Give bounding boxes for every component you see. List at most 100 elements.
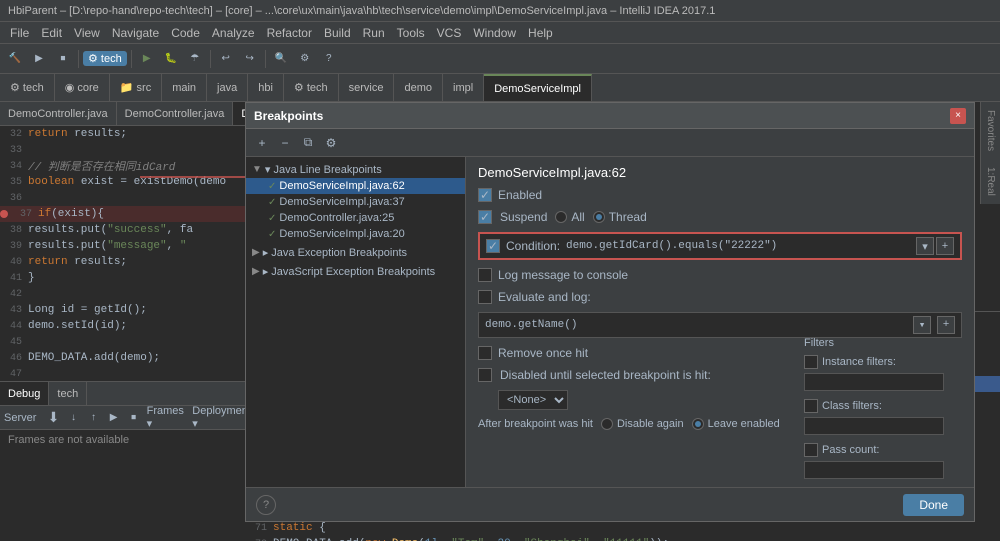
tree-item-20[interactable]: ✓ DemoServiceImpl.java:20 (246, 226, 465, 242)
settings-btn[interactable]: ⚙ (294, 48, 316, 70)
dialog-copy-btn[interactable]: ⧉ (298, 133, 318, 153)
log-label: Log message to console (498, 268, 628, 282)
menu-code[interactable]: Code (165, 26, 206, 40)
condition-input[interactable] (566, 240, 910, 252)
tab-src[interactable]: 📁 src (110, 74, 162, 101)
tech-badge[interactable]: ⚙ tech (83, 51, 127, 66)
toolbar-btn-1[interactable]: ▶ (28, 48, 50, 70)
toolbar-build-btn[interactable]: 🔨 (4, 48, 26, 70)
debug-stop[interactable]: ⏹ (125, 407, 143, 429)
debug-resume[interactable]: ▶ (105, 407, 123, 429)
debug-step-into[interactable]: ↓ (64, 407, 82, 429)
radio-all-btn[interactable] (555, 211, 567, 223)
tab-main[interactable]: main (162, 74, 207, 101)
debug-tab-tech[interactable]: tech (49, 382, 87, 405)
pass-count-label: Pass count: (822, 444, 879, 456)
tree-group-java-line-label: ▾ Java Line Breakpoints (265, 163, 382, 176)
eval-checkbox[interactable] (478, 290, 492, 304)
editor-tab-democontroller[interactable]: DemoController.java (0, 102, 117, 125)
bp-enabled-checkbox[interactable]: ✓ (478, 188, 492, 202)
bl-72: 72 DEMO_DATA.add(new Demo(1l, "Tom", 20,… (245, 536, 1000, 541)
tab-demoserviceimpl[interactable]: DemoServiceImpl (484, 74, 592, 101)
condition-history-btn[interactable]: ▾ (916, 237, 934, 255)
disabled-select[interactable]: <None> (498, 390, 568, 410)
breakpoints-tree: ▼ ▾ Java Line Breakpoints ✓ DemoServiceI… (246, 157, 466, 487)
leave-enabled-btn[interactable] (692, 418, 704, 430)
pass-count-checkbox[interactable] (804, 443, 818, 457)
filters-title: Filters (804, 337, 964, 349)
condition-add-btn[interactable]: + (936, 237, 954, 255)
menu-edit[interactable]: Edit (35, 26, 68, 40)
frames-label: Frames ▾ (147, 405, 185, 430)
radio-thread-btn[interactable] (593, 211, 605, 223)
deployment-label: Deployment ▾ (192, 405, 251, 430)
dialog-add-btn[interactable]: + (252, 133, 272, 153)
code-line-47: 47 (0, 366, 254, 381)
toolbar-btn-2[interactable]: ⏹ (52, 48, 74, 70)
undo-btn[interactable]: ↩ (215, 48, 237, 70)
bp-suspend-checkbox[interactable]: ✓ (478, 210, 492, 224)
menu-view[interactable]: View (68, 26, 106, 40)
tab-core[interactable]: ◉ core (55, 74, 110, 101)
disable-again-radio: Disable again (601, 418, 684, 430)
condition-checkbox[interactable]: ✓ (486, 239, 500, 253)
side-favorites[interactable]: Favorites (985, 106, 996, 155)
dialog-settings-btn[interactable]: ⚙ (321, 133, 341, 153)
search-btn[interactable]: 🔍 (270, 48, 292, 70)
menu-tools[interactable]: Tools (391, 26, 431, 40)
dialog-close-btn[interactable]: × (950, 108, 966, 124)
dialog-body: ▼ ▾ Java Line Breakpoints ✓ DemoServiceI… (246, 157, 974, 487)
menu-run[interactable]: Run (357, 26, 391, 40)
disabled-checkbox[interactable] (478, 368, 492, 382)
tree-group-java-exception-header[interactable]: ▶ ▸ Java Exception Breakpoints (246, 244, 465, 261)
debug-step-over[interactable]: ⬇ (44, 407, 62, 429)
tab-demo[interactable]: demo (394, 74, 443, 101)
run-btn[interactable]: ▶ (136, 48, 158, 70)
dialog-remove-btn[interactable]: − (275, 133, 295, 153)
eval-history-btn[interactable]: ▾ (913, 316, 931, 334)
help-icon[interactable]: ? (256, 495, 276, 515)
class-filter-input[interactable] (804, 417, 944, 435)
tab-service[interactable]: service (339, 74, 395, 101)
instance-filter-checkbox[interactable] (804, 355, 818, 369)
menu-analyze[interactable]: Analyze (206, 26, 261, 40)
tab-impl[interactable]: impl (443, 74, 484, 101)
done-button[interactable]: Done (903, 494, 964, 516)
title-bar: HbiParent – [D:\repo-hand\repo-tech\tech… (0, 0, 1000, 22)
tree-item-25[interactable]: ✓ DemoController.java:25 (246, 210, 465, 226)
debug-tab-debug[interactable]: Debug (0, 382, 49, 405)
pass-count-input[interactable] (804, 461, 944, 479)
menu-navigate[interactable]: Navigate (106, 26, 165, 40)
menu-build[interactable]: Build (318, 26, 357, 40)
class-filter-checkbox[interactable] (804, 399, 818, 413)
debug-btn[interactable]: 🐛 (160, 48, 182, 70)
instance-filter-input[interactable] (804, 373, 944, 391)
tab-tech[interactable]: ⚙ tech (0, 74, 55, 101)
eval-input[interactable] (485, 319, 907, 331)
help-btn2[interactable]: ? (318, 48, 340, 70)
log-checkbox[interactable] (478, 268, 492, 282)
menu-vcs[interactable]: VCS (431, 26, 468, 40)
tab-hbi[interactable]: hbi (248, 74, 284, 101)
side-real[interactable]: 1:Real (985, 163, 996, 200)
remove-checkbox[interactable] (478, 346, 492, 360)
menu-refactor[interactable]: Refactor (261, 26, 318, 40)
debug-step-out[interactable]: ↑ (85, 407, 103, 429)
tab-tech2[interactable]: ⚙ tech (284, 74, 339, 101)
tree-group-java-line-header[interactable]: ▼ ▾ Java Line Breakpoints (246, 161, 465, 178)
coverage-btn[interactable]: ☂ (184, 48, 206, 70)
tab-java[interactable]: java (207, 74, 248, 101)
menu-file[interactable]: File (4, 26, 35, 40)
eval-add-btn[interactable]: + (937, 316, 955, 334)
menu-window[interactable]: Window (467, 26, 522, 40)
tree-item-62[interactable]: ✓ DemoServiceImpl.java:62 (246, 178, 465, 194)
tree-group-js-exception-header[interactable]: ▶ ▸ JavaScript Exception Breakpoints (246, 263, 465, 280)
menu-help[interactable]: Help (522, 26, 559, 40)
editor-tab-democontroller2[interactable]: DemoController.java (117, 102, 234, 125)
debug-toolbar: Server ⬇ ↓ ↑ ▶ ⏹ Frames ▾ Deployment ▾ (0, 406, 255, 430)
radio-all: All (555, 210, 584, 224)
disable-again-btn[interactable] (601, 418, 613, 430)
disable-again-label: Disable again (617, 418, 684, 430)
redo-btn[interactable]: ↪ (239, 48, 261, 70)
tree-item-37[interactable]: ✓ DemoServiceImpl.java:37 (246, 194, 465, 210)
